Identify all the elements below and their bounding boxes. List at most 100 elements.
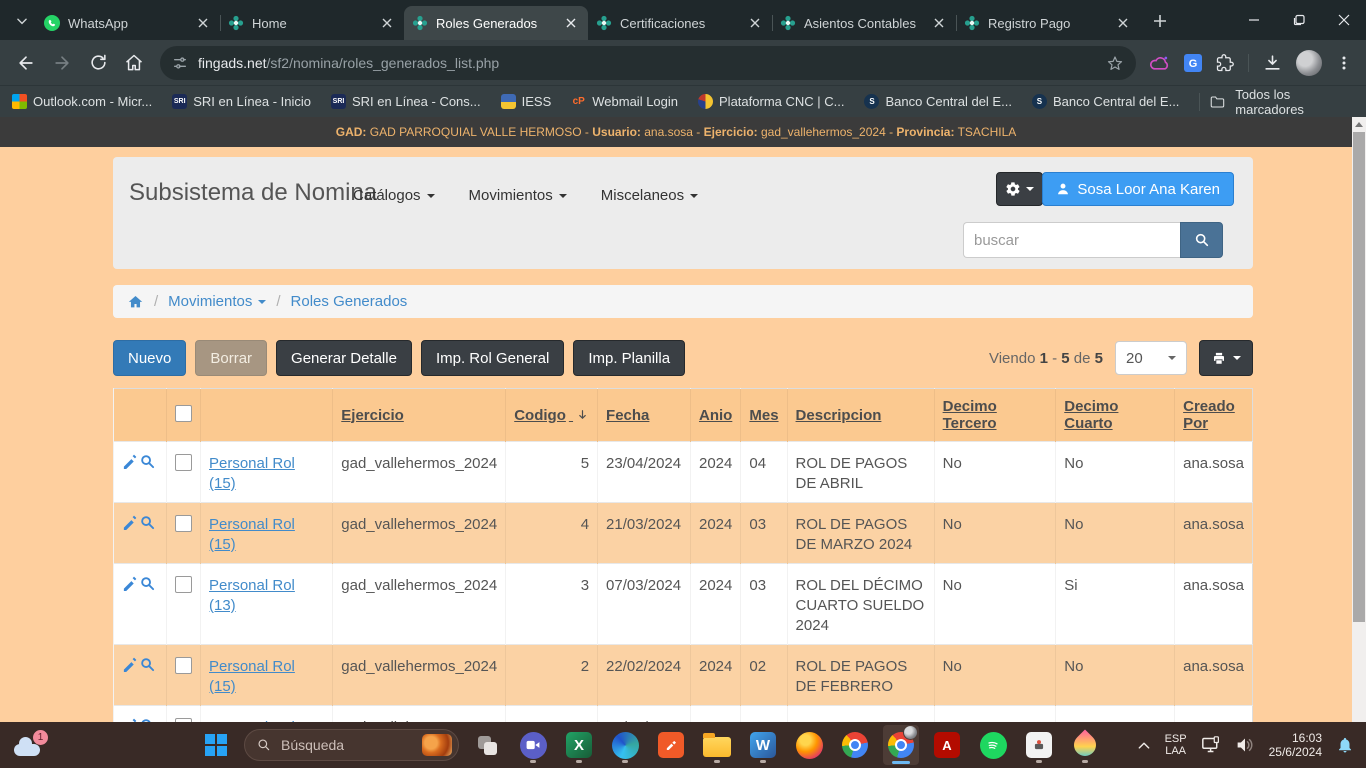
network-icon[interactable] (1201, 736, 1221, 754)
word-app[interactable]: W (745, 725, 781, 765)
row-checkbox[interactable] (175, 515, 192, 532)
clock[interactable]: 16:03 25/6/2024 (1269, 731, 1322, 759)
weather-widget[interactable]: 1 (14, 730, 48, 760)
nuevo-button[interactable]: Nuevo (113, 340, 186, 376)
bookmark-star-icon[interactable] (1106, 54, 1124, 72)
forward-icon[interactable] (46, 47, 78, 79)
chrome-active-app[interactable] (883, 725, 919, 765)
generar-detalle-button[interactable]: Generar Detalle (276, 340, 412, 376)
view-icon[interactable] (140, 657, 155, 672)
tab-home[interactable]: Home (220, 6, 404, 40)
search-input[interactable] (963, 222, 1180, 258)
scroll-up-arrow[interactable] (1352, 117, 1366, 131)
breadcrumb-roles-generados[interactable]: Roles Generados (291, 293, 408, 310)
bookmark-sri-consultas[interactable]: SRISRI en Línea - Cons... (331, 94, 481, 109)
tab-close-icon[interactable] (194, 14, 212, 32)
tab-registro-pago[interactable]: Registro Pago (956, 6, 1140, 40)
header-fecha[interactable]: Fecha (598, 389, 691, 442)
bookmark-sri-inicio[interactable]: SRISRI en Línea - Inicio (172, 94, 311, 109)
color-drop-app[interactable] (1067, 725, 1103, 765)
notification-bell-icon[interactable] (1336, 736, 1354, 754)
edit-icon[interactable] (122, 657, 137, 672)
personal-rol-link[interactable]: Personal Rol (15) (209, 658, 295, 695)
header-decimo-tercero[interactable]: Decimo Tercero (934, 389, 1056, 442)
search-button[interactable] (1180, 222, 1223, 258)
volume-icon[interactable] (1235, 736, 1255, 754)
bookmark-outlook[interactable]: Outlook.com - Micr... (12, 94, 152, 109)
bookmark-webmail[interactable]: cPWebmail Login (571, 94, 678, 109)
row-checkbox[interactable] (175, 576, 192, 593)
tab-close-icon[interactable] (378, 14, 396, 32)
row-checkbox[interactable] (175, 657, 192, 674)
address-bar[interactable]: fingads.net/sf2/nomina/roles_generados_l… (160, 46, 1136, 80)
nitro-pdf-app[interactable] (653, 725, 689, 765)
header-anio[interactable]: Anio (690, 389, 740, 442)
tab-roles-generados[interactable]: Roles Generados (404, 6, 588, 40)
new-tab-button[interactable] (1146, 7, 1174, 35)
tab-close-icon[interactable] (1114, 14, 1132, 32)
bookmark-iess[interactable]: IESS (501, 94, 552, 109)
tab-close-icon[interactable] (562, 14, 580, 32)
reload-icon[interactable] (82, 47, 114, 79)
header-descripcion[interactable]: Descripcion (787, 389, 934, 442)
personal-rol-link[interactable]: Personal Rol (15) (209, 455, 295, 492)
maximize-button[interactable] (1276, 0, 1321, 40)
weather-extension-icon[interactable] (1150, 55, 1170, 71)
imp-rol-general-button[interactable]: Imp. Rol General (421, 340, 564, 376)
edit-icon[interactable] (122, 515, 137, 530)
header-creado-por[interactable]: Creado Por (1175, 389, 1253, 442)
minimize-button[interactable] (1231, 0, 1276, 40)
tab-close-icon[interactable] (746, 14, 764, 32)
menu-movimientos[interactable]: Movimientos (469, 187, 567, 204)
site-info-icon[interactable] (172, 55, 188, 71)
scrollbar-thumb[interactable] (1353, 132, 1365, 622)
file-explorer-app[interactable] (699, 725, 735, 765)
tab-close-icon[interactable] (930, 14, 948, 32)
header-decimo-cuarto[interactable]: Decimo Cuarto (1056, 389, 1175, 442)
search-highlight-image[interactable] (422, 734, 452, 756)
bookmark-banco-central-2[interactable]: SBanco Central del E... (1032, 94, 1179, 109)
tab-certificaciones[interactable]: Certificaciones (588, 6, 772, 40)
taskbar-search[interactable] (244, 729, 459, 761)
breadcrumb-movimientos[interactable]: Movimientos (168, 293, 266, 310)
home-icon[interactable] (118, 47, 150, 79)
taskbar-search-input[interactable] (279, 736, 414, 754)
header-ejercicio[interactable]: Ejercicio (333, 389, 506, 442)
home-icon[interactable] (127, 294, 144, 310)
tab-whatsapp[interactable]: WhatsApp (36, 6, 220, 40)
back-icon[interactable] (10, 47, 42, 79)
imp-planilla-button[interactable]: Imp. Planilla (573, 340, 685, 376)
bookmark-cnc[interactable]: Plataforma CNC | C... (698, 94, 844, 109)
language-indicator[interactable]: ESP LAA (1165, 733, 1187, 757)
edge-app[interactable] (607, 725, 643, 765)
close-window-button[interactable] (1321, 0, 1366, 40)
borrar-button[interactable]: Borrar (195, 340, 267, 376)
bookmark-banco-central-1[interactable]: SBanco Central del E... (864, 94, 1011, 109)
video-call-app[interactable] (515, 725, 551, 765)
edit-icon[interactable] (122, 454, 137, 469)
all-bookmarks-button[interactable]: Todos los marcadores (1199, 87, 1354, 117)
java-app[interactable] (1021, 725, 1057, 765)
firefox-app[interactable] (791, 725, 827, 765)
tray-chevron-up-icon[interactable] (1137, 740, 1151, 750)
view-icon[interactable] (140, 576, 155, 591)
personal-rol-link[interactable]: Personal Rol (13) (209, 577, 295, 614)
menu-catalogos[interactable]: Catálogos (353, 187, 435, 204)
tab-asientos-contables[interactable]: Asientos Contables (772, 6, 956, 40)
page-scrollbar[interactable] (1352, 117, 1366, 722)
translate-icon[interactable]: G (1184, 54, 1202, 72)
view-icon[interactable] (140, 515, 155, 530)
menu-miscelaneos[interactable]: Miscelaneos (601, 187, 698, 204)
row-checkbox[interactable] (175, 454, 192, 471)
extensions-puzzle-icon[interactable] (1216, 54, 1234, 72)
edit-icon[interactable] (122, 576, 137, 591)
chrome-app[interactable] (837, 725, 873, 765)
user-profile-button[interactable]: Sosa Loor Ana Karen (1042, 172, 1234, 206)
start-button[interactable] (198, 725, 234, 765)
header-mes[interactable]: Mes (741, 389, 787, 442)
header-codigo-sorted[interactable]: Codigo (506, 389, 598, 442)
profile-avatar[interactable] (1296, 50, 1322, 76)
settings-gear-button[interactable] (996, 172, 1043, 206)
print-button[interactable] (1199, 340, 1253, 376)
personal-rol-link[interactable]: Personal Rol (15) (209, 516, 295, 553)
